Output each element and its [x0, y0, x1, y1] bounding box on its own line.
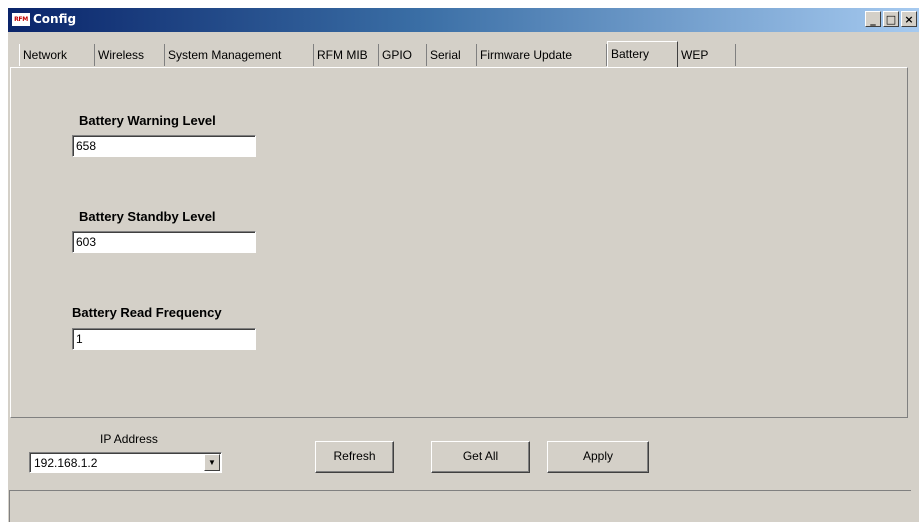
tab-rfm-mib[interactable]: RFM MIB — [314, 44, 379, 66]
tab-wireless[interactable]: Wireless — [95, 44, 165, 66]
battery-frequency-label: Battery Read Frequency — [72, 305, 222, 320]
tab-battery[interactable]: Battery — [607, 41, 678, 68]
ip-address-label: IP Address — [100, 432, 158, 446]
battery-warning-label: Battery Warning Level — [79, 113, 216, 128]
ip-address-value: 192.168.1.2 — [34, 456, 98, 470]
chevron-down-icon[interactable]: ▼ — [204, 454, 220, 471]
tab-network[interactable]: Network — [19, 44, 95, 66]
tab-system-management[interactable]: System Management — [165, 44, 314, 66]
ip-address-combo[interactable]: 192.168.1.2 ▼ — [29, 452, 222, 473]
battery-standby-label: Battery Standby Level — [79, 209, 216, 224]
title-bar[interactable]: RFM Config _ □ × — [8, 8, 919, 32]
app-icon: RFM — [12, 13, 30, 26]
window-controls: _ □ × — [863, 11, 917, 29]
battery-frequency-input[interactable] — [72, 328, 256, 350]
window-title: Config — [33, 12, 77, 26]
tab-firmware-update[interactable]: Firmware Update — [477, 44, 607, 66]
minimize-button[interactable]: _ — [865, 11, 881, 27]
status-bar — [9, 490, 911, 522]
refresh-button[interactable]: Refresh — [315, 441, 394, 473]
tab-serial[interactable]: Serial — [427, 44, 477, 66]
apply-button[interactable]: Apply — [547, 441, 649, 473]
close-button[interactable]: × — [901, 11, 917, 27]
get-all-button[interactable]: Get All — [431, 441, 530, 473]
maximize-button[interactable]: □ — [883, 11, 899, 27]
tab-wep[interactable]: WEP — [678, 44, 736, 66]
battery-standby-input[interactable] — [72, 231, 256, 253]
battery-warning-input[interactable] — [72, 135, 256, 157]
tab-gpio[interactable]: GPIO — [379, 44, 427, 66]
